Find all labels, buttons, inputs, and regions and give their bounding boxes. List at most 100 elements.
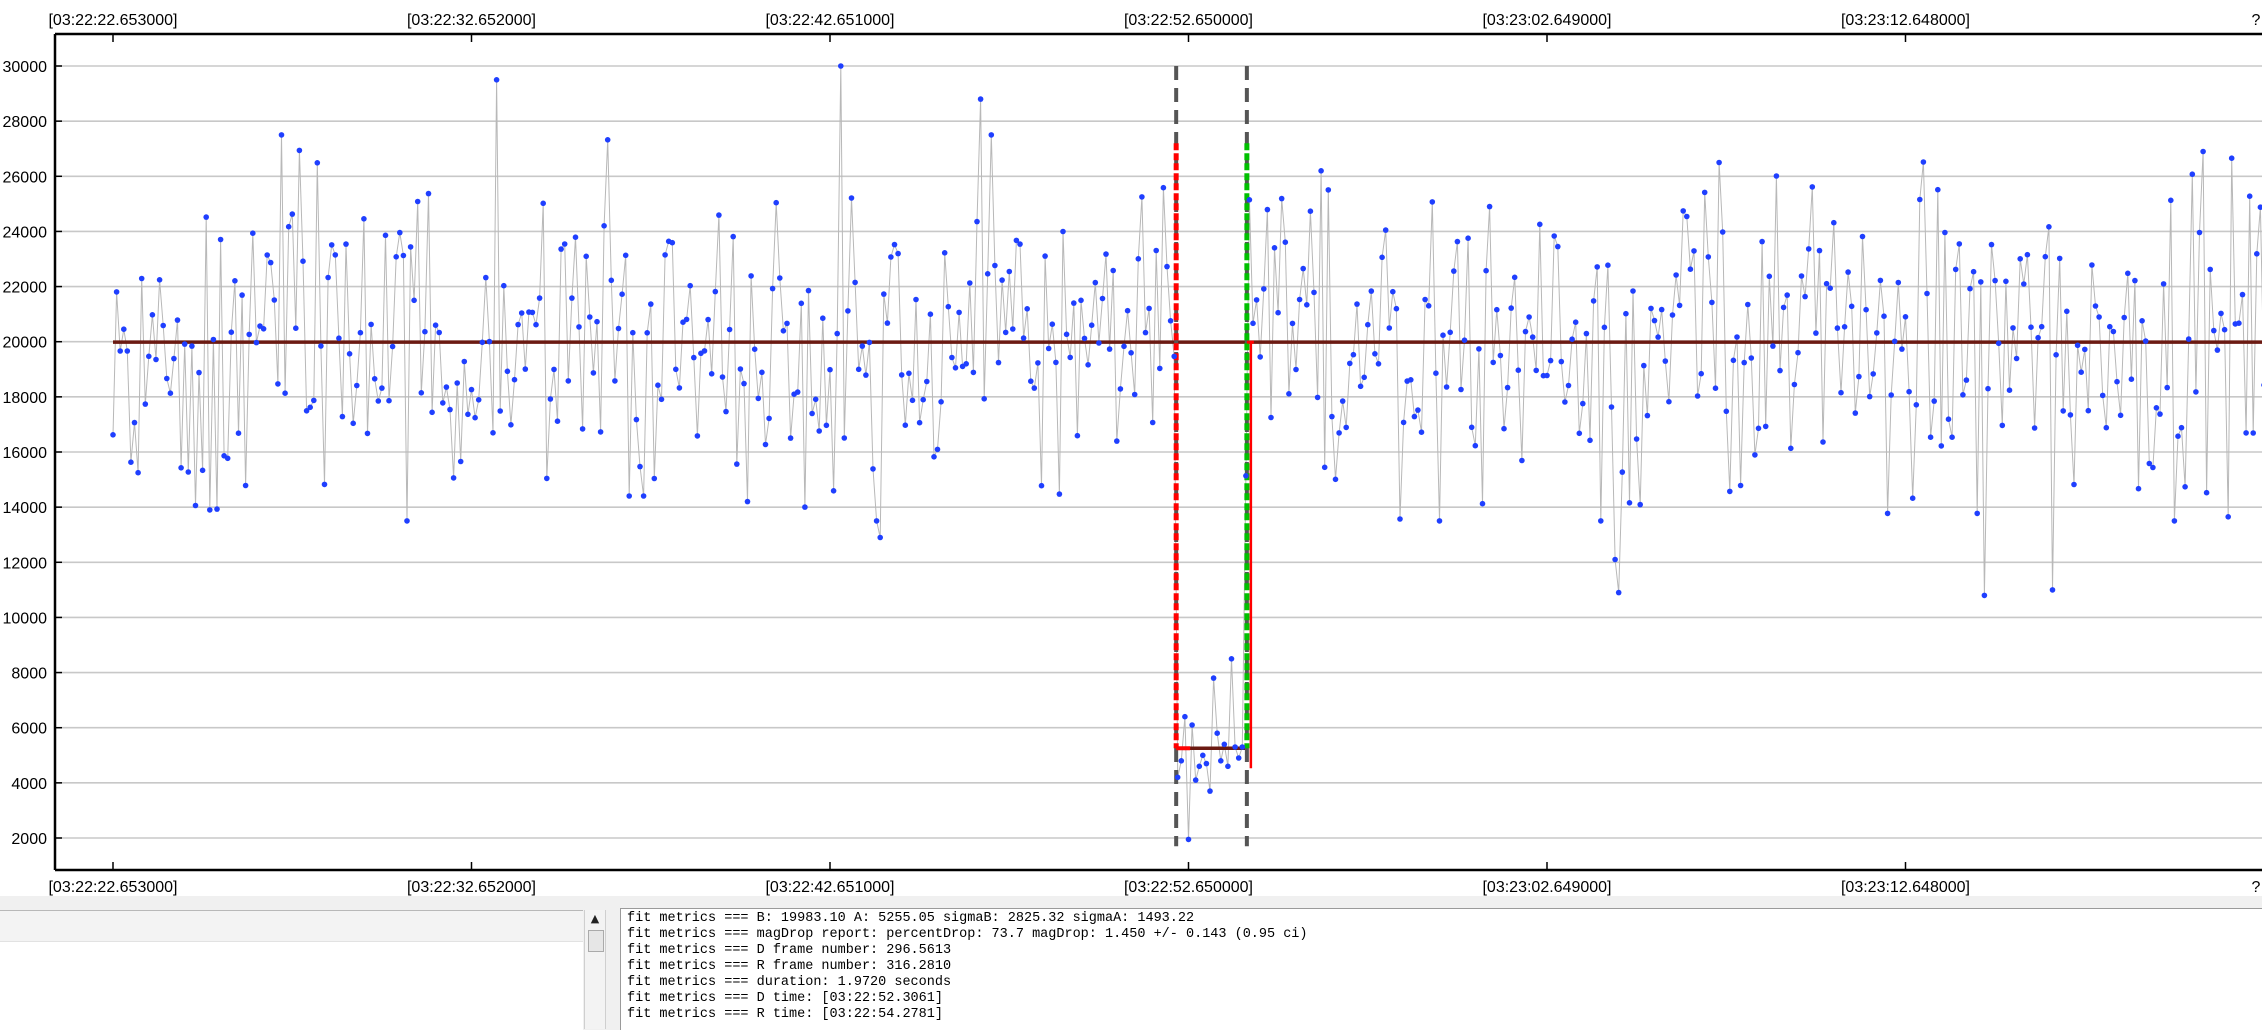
- data-point: [2117, 412, 2124, 419]
- data-point: [1461, 337, 1468, 344]
- data-point: [1856, 373, 1862, 380]
- data-point: [357, 329, 364, 336]
- data-point: [1719, 229, 1726, 235]
- data-point: [784, 320, 790, 327]
- data-point: [536, 295, 543, 301]
- data-point: [192, 502, 199, 509]
- data-point: [1619, 469, 1626, 475]
- metrics-line-fit: fit metrics === B: 19983.10 A: 5255.05 s…: [627, 911, 1195, 926]
- data-point: [1042, 253, 1048, 259]
- data-point: [984, 271, 991, 277]
- data-point: [1931, 398, 1937, 404]
- data-point: [1415, 407, 1421, 413]
- data-point: [1246, 197, 1253, 203]
- data-point: [275, 381, 281, 387]
- x-tick-label-top: [03:22:32.652000]: [407, 12, 536, 29]
- data-point: [1017, 241, 1023, 247]
- data-point: [881, 291, 887, 297]
- data-point: [207, 507, 213, 513]
- data-point: [730, 233, 736, 240]
- data-point: [587, 314, 593, 320]
- data-point: [1687, 266, 1694, 273]
- data-point: [1422, 296, 1428, 303]
- data-point: [1203, 760, 1210, 767]
- data-point: [533, 321, 539, 328]
- data-point: [1458, 386, 1464, 393]
- data-point: [1325, 187, 1332, 193]
- metrics-line-d-frame: fit metrics === D frame number: 296.5613: [627, 943, 952, 958]
- data-point: [1666, 398, 1672, 405]
- data-point: [1641, 362, 1647, 369]
- data-point: [2142, 338, 2149, 344]
- data-point: [648, 301, 654, 307]
- data-point: [988, 132, 995, 138]
- data-point: [1321, 464, 1328, 471]
- data-point: [2074, 342, 2081, 349]
- data-point: [1644, 412, 1651, 419]
- data-point: [1802, 293, 1808, 300]
- data-point: [1350, 351, 1357, 358]
- list-item[interactable]: [0, 911, 583, 942]
- light-curve-plot[interactable]: 2000 4000 6000 8000 10000 12000 14000 16000 1800…: [0, 0, 2262, 896]
- data-point: [1289, 320, 1296, 327]
- data-point: [769, 285, 776, 292]
- data-point: [1558, 358, 1565, 365]
- data-point: [2099, 392, 2106, 399]
- data-point: [475, 397, 482, 403]
- data-point: [1633, 436, 1640, 442]
- x-tick-label-top: ?: [2252, 12, 2261, 29]
- data-point: [1436, 518, 1443, 524]
- data-point: [963, 361, 969, 367]
- data-point: [1443, 384, 1450, 390]
- data-point: [604, 137, 611, 143]
- y-tick-label: 30000: [3, 59, 48, 76]
- data-point: [612, 378, 618, 384]
- data-point: [1357, 383, 1364, 390]
- data-point: [2135, 485, 2142, 492]
- x-tick-label-bottom: [03:23:02.649000]: [1482, 879, 1611, 896]
- data-point: [1164, 263, 1170, 270]
- file-list-panel[interactable]: [0, 910, 583, 1030]
- data-point: [493, 77, 500, 83]
- data-point: [1099, 295, 1106, 302]
- data-point: [1630, 288, 1636, 294]
- data-point: [1006, 268, 1013, 275]
- data-point: [1411, 413, 1418, 420]
- data-point: [1978, 279, 1984, 285]
- data-point: [906, 370, 912, 377]
- data-point: [1286, 391, 1292, 397]
- data-point: [687, 282, 693, 289]
- data-point: [762, 441, 769, 448]
- data-point: [834, 330, 840, 337]
- data-point: [895, 250, 901, 257]
- data-point: [701, 348, 708, 354]
- data-point: [999, 277, 1005, 283]
- data-point: [1253, 297, 1260, 303]
- light-curve-chart[interactable]: 2000 4000 6000 8000 10000 12000 14000 16000 1800…: [0, 0, 2262, 896]
- fit-metrics-log[interactable]: fit metrics === B: 19983.10 A: 5255.05 s…: [620, 908, 2262, 1030]
- data-point: [1311, 289, 1317, 296]
- metrics-scrollbar[interactable]: ▲: [584, 910, 606, 1029]
- data-point: [1035, 360, 1041, 366]
- data-point: [891, 241, 898, 248]
- data-point: [866, 339, 873, 346]
- data-point: [1590, 298, 1597, 304]
- data-point: [196, 369, 202, 376]
- data-point: [1515, 367, 1522, 374]
- data-point: [1565, 382, 1572, 389]
- data-point: [1508, 305, 1514, 311]
- data-point: [809, 410, 815, 417]
- data-point: [1537, 221, 1543, 228]
- scroll-up-arrow-icon[interactable]: ▲: [585, 910, 605, 928]
- data-point: [1232, 744, 1238, 750]
- data-point: [683, 316, 690, 323]
- data-point: [1192, 777, 1199, 783]
- data-point: [440, 400, 446, 406]
- data-point: [1658, 306, 1665, 313]
- data-point: [135, 469, 141, 476]
- data-point: [1891, 338, 1898, 345]
- data-point: [977, 96, 984, 102]
- scrollbar-thumb[interactable]: [588, 930, 604, 952]
- data-point: [583, 253, 589, 260]
- data-point: [332, 252, 339, 258]
